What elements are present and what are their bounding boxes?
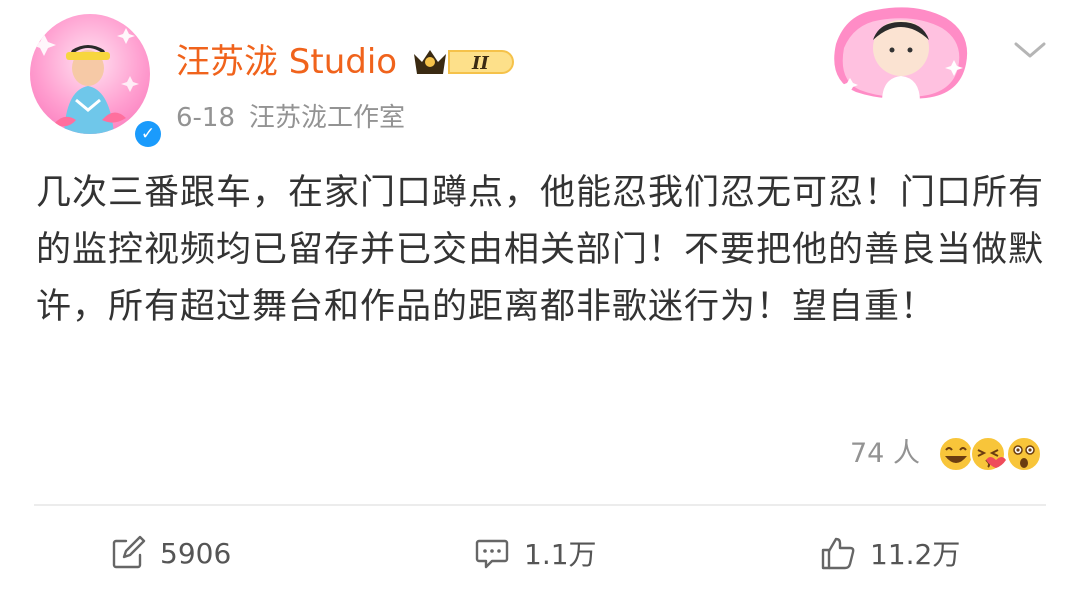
action-bar: 5906 1.1万 11.2万	[0, 506, 1080, 600]
author-name[interactable]: 汪苏泷 Studio	[176, 40, 397, 84]
comment-icon	[475, 539, 509, 569]
reaction-count[interactable]: 74 人	[850, 435, 920, 473]
post-meta: 6-18 汪苏泷工作室	[176, 100, 405, 136]
astonished-face-icon	[1006, 436, 1042, 472]
reaction-emojis[interactable]	[936, 432, 1046, 476]
vip-crown-badge-icon[interactable]: II	[410, 44, 514, 80]
chevron-down-icon[interactable]	[1012, 38, 1048, 62]
grinning-face-icon	[938, 436, 974, 472]
repost-button[interactable]: 5906	[110, 530, 231, 576]
post-date: 6-18	[176, 103, 236, 133]
svg-text:II: II	[471, 53, 489, 74]
repost-count: 5906	[160, 536, 232, 570]
avatar-image	[30, 14, 150, 134]
comment-button[interactable]: 1.1万	[474, 530, 597, 576]
avatar[interactable]: ✓	[30, 14, 164, 150]
like-button[interactable]: 11.2万	[820, 530, 960, 576]
post-source[interactable]: 汪苏泷工作室	[249, 103, 405, 133]
comment-count: 1.1万	[524, 538, 597, 571]
kissing-face-icon	[970, 436, 1006, 472]
like-count: 11.2万	[870, 538, 961, 571]
thumbs-up-icon	[821, 537, 855, 570]
decoration-card-icon[interactable]	[826, 4, 976, 102]
repost-icon	[112, 535, 146, 569]
verified-badge-icon: ✓	[132, 118, 164, 150]
post-content: 几次三番跟车，在家门口蹲点，他能忍我们忍无可忍！门口所有的监控视频均已留存并已交…	[36, 173, 1045, 327]
